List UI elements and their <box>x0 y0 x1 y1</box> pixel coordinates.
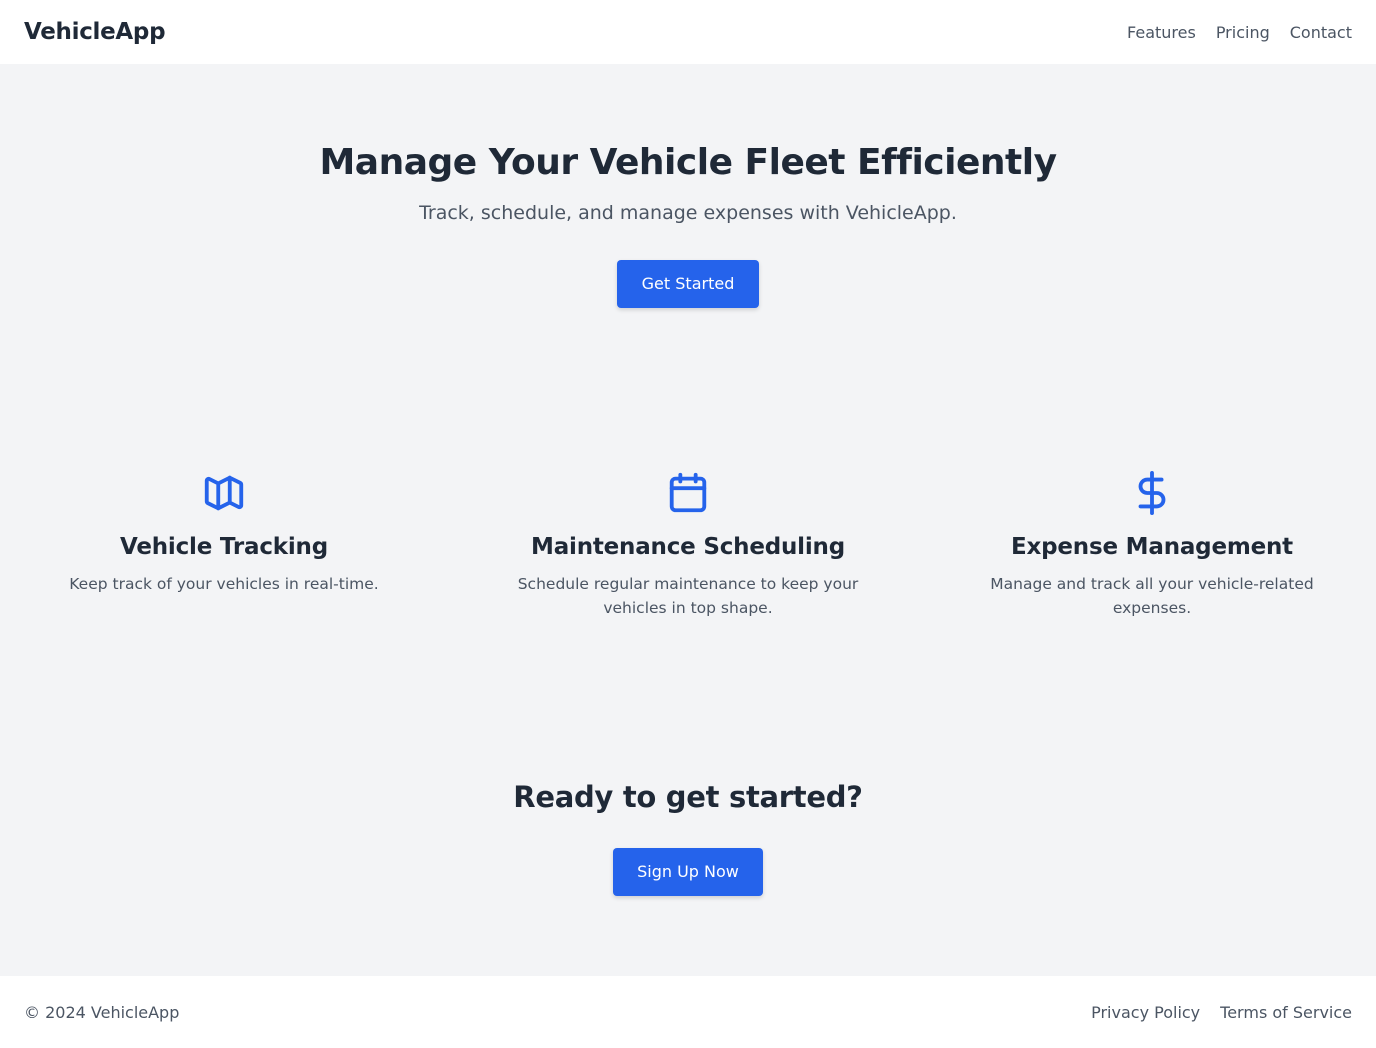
map-icon <box>204 475 244 511</box>
feature-title: Expense Management <box>1011 534 1293 560</box>
feature-title: Maintenance Scheduling <box>531 534 845 560</box>
nav-link-contact[interactable]: Contact <box>1290 23 1352 42</box>
brand-logo[interactable]: VehicleApp <box>24 19 166 45</box>
copyright-text: © 2024 VehicleApp <box>24 1002 180 1022</box>
calendar-icon <box>669 472 707 513</box>
feature-expense-management: Expense Management Manage and track all … <box>952 460 1352 620</box>
feature-description: Keep track of your vehicles in real-time… <box>69 575 379 593</box>
top-navbar: VehicleApp Features Pricing Contact <box>0 0 1376 64</box>
features-section: Vehicle Tracking Keep track of your vehi… <box>0 460 1376 640</box>
privacy-policy-link[interactable]: Privacy Policy <box>1091 1003 1200 1022</box>
nav-link-pricing[interactable]: Pricing <box>1216 23 1270 42</box>
main-nav: Features Pricing Contact <box>1127 23 1352 42</box>
page: VehicleApp Features Pricing Contact Mana… <box>0 0 1376 1048</box>
feature-description: Schedule regular maintenance to keep you… <box>517 575 859 617</box>
footer-links: Privacy Policy Terms of Service <box>1091 1003 1352 1022</box>
hero-subtitle: Track, schedule, and manage expenses wit… <box>419 202 957 224</box>
nav-link-features[interactable]: Features <box>1127 23 1196 42</box>
terms-of-service-link[interactable]: Terms of Service <box>1220 1003 1352 1022</box>
feature-description: Manage and track all your vehicle-relate… <box>990 575 1314 617</box>
sign-up-button[interactable]: Sign Up Now <box>613 848 763 896</box>
dollar-icon <box>1138 470 1166 516</box>
hero-section: Manage Your Vehicle Fleet Efficiently Tr… <box>0 64 1376 364</box>
cta-section: Ready to get started? Sign Up Now <box>0 780 1376 896</box>
get-started-button[interactable]: Get Started <box>617 260 759 308</box>
feature-maintenance-scheduling: Maintenance Scheduling Schedule regular … <box>488 460 888 620</box>
hero-title: Manage Your Vehicle Fleet Efficiently <box>319 142 1057 183</box>
feature-vehicle-tracking: Vehicle Tracking Keep track of your vehi… <box>24 460 424 596</box>
footer: © 2024 VehicleApp Privacy Policy Terms o… <box>0 976 1376 1048</box>
cta-title: Ready to get started? <box>513 780 863 814</box>
feature-title: Vehicle Tracking <box>119 534 328 560</box>
